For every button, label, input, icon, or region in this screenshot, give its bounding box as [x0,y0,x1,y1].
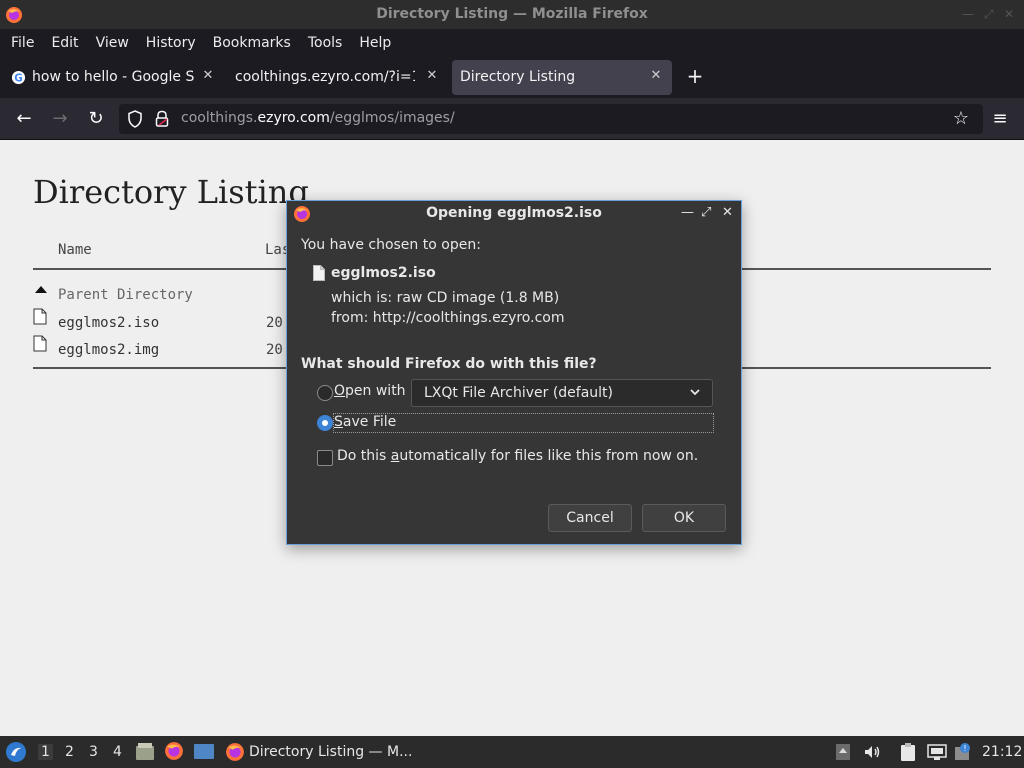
show-desktop-icon[interactable] [193,742,215,766]
tab-strip: G how to hello - Google Se ✕ coolthings.… [0,57,1024,98]
tab-label: Directory Listing [460,69,576,85]
menu-edit[interactable]: Edit [44,35,85,51]
reload-icon[interactable]: ↻ [84,107,108,131]
firefox-launcher-icon[interactable] [164,741,184,765]
url-text[interactable]: coolthings.ezyro.com/egglmos/images/ [181,110,455,126]
google-icon: G [11,70,26,89]
dialog-minimize-icon[interactable]: — [681,205,694,220]
file-date: 20 [266,342,283,358]
auto-action-checkbox[interactable] [317,450,333,466]
cancel-button[interactable]: Cancel [548,504,632,532]
dialog-maximize-icon[interactable]: ⤢ [701,205,711,220]
desktop-3[interactable]: 3 [89,744,98,760]
taskbar-window-item[interactable]: Directory Listing — M... [223,738,423,766]
chosen-label: You have chosen to open: [301,237,481,253]
tab-label: coolthings.ezyro.com/?i=1 [235,69,415,85]
chevron-down-icon [688,385,702,403]
clock[interactable]: 21:12 [982,744,1022,760]
url-bar[interactable]: coolthings.ezyro.com/egglmos/images/ [119,104,983,134]
file-date: 20 [266,315,283,331]
file-link-iso[interactable]: egglmos2.iso [58,315,159,331]
menu-file[interactable]: File [4,35,41,51]
page-heading: Directory Listing [33,173,309,211]
network-icon[interactable] [927,743,947,765]
dialog-filename: egglmos2.iso [331,265,436,281]
file-icon [33,308,47,329]
save-file-label[interactable]: Save File [334,414,396,430]
minimize-icon[interactable]: — [962,7,974,21]
dialog-title: Opening egglmos2.iso [426,205,602,221]
file-manager-icon[interactable] [135,742,155,766]
tab-coolthings[interactable]: coolthings.ezyro.com/?i=1 ✕ [226,60,446,95]
desktop-1[interactable]: 1 [38,744,53,760]
navigation-bar: ← → ↻ coolthings.ezyro.com/egglmos/image… [0,98,1024,140]
shield-icon[interactable] [127,110,143,132]
menu-help[interactable]: Help [352,35,398,51]
new-tab-icon[interactable]: + [684,65,706,87]
bookmark-star-icon[interactable]: ☆ [949,107,973,131]
parent-directory-link[interactable]: Parent Directory [58,287,193,303]
auto-action-label[interactable]: Do this automatically for files like thi… [337,448,698,464]
dialog-close-icon[interactable]: ✕ [722,205,733,220]
file-link-img[interactable]: egglmos2.img [58,342,159,358]
forward-arrow-icon[interactable]: → [48,107,72,131]
maximize-icon[interactable]: ⤢ [984,7,994,22]
window-titlebar: Directory Listing — Mozilla Firefox — ⤢ … [0,0,1024,29]
menu-bar: File Edit View History Bookmarks Tools H… [0,29,1024,57]
file-icon [33,335,47,356]
tab-directory-listing[interactable]: Directory Listing ✕ [452,60,672,95]
svg-text:!: ! [963,744,966,753]
taskbar: 1 2 3 4 Directory Listing — M... ! 21:12 [0,736,1024,768]
hamburger-menu-icon[interactable]: ≡ [988,107,1012,131]
menu-tools[interactable]: Tools [301,35,350,51]
tab-google[interactable]: G how to hello - Google Se ✕ [4,60,220,95]
tab-label: how to hello - Google Se [32,69,194,85]
update-notifier-icon[interactable]: ! [954,742,974,766]
close-tab-icon[interactable]: ✕ [200,68,216,84]
tray-arrow-icon[interactable] [835,743,851,765]
download-dialog: Opening egglmos2.iso — ⤢ ✕ You have chos… [286,200,742,545]
window-title: Directory Listing — Mozilla Firefox [376,6,648,22]
file-type-info: which is: raw CD image (1.8 MB) [331,290,560,306]
save-file-radio[interactable] [317,415,333,431]
column-name-header[interactable]: Name [58,242,92,258]
desktop-2[interactable]: 2 [65,744,74,760]
menu-bookmarks[interactable]: Bookmarks [206,35,298,51]
clipboard-icon[interactable] [899,742,917,766]
close-tab-icon[interactable]: ✕ [648,68,664,84]
file-icon [313,265,325,285]
dialog-question: What should Firefox do with this file? [301,356,597,372]
lock-icon[interactable] [155,110,169,132]
close-window-icon[interactable]: ✕ [1004,7,1014,21]
parent-directory-icon [33,282,49,298]
volume-icon[interactable] [863,743,881,765]
close-tab-icon[interactable]: ✕ [424,68,440,84]
open-with-app-select[interactable]: LXQt File Archiver (default) [411,379,713,407]
menu-history[interactable]: History [139,35,203,51]
desktop-4[interactable]: 4 [113,744,122,760]
back-arrow-icon[interactable]: ← [12,107,36,131]
firefox-icon [225,742,245,766]
menu-view[interactable]: View [89,35,136,51]
open-with-app-value: LXQt File Archiver (default) [424,385,613,401]
start-menu-icon[interactable] [5,741,27,767]
ok-button[interactable]: OK [642,504,726,532]
taskbar-window-label: Directory Listing — M... [249,744,413,760]
open-with-label[interactable]: Open with [334,383,406,399]
file-source-info: from: http://coolthings.ezyro.com [331,310,565,326]
open-with-radio[interactable] [317,385,333,401]
svg-text:G: G [14,72,22,84]
